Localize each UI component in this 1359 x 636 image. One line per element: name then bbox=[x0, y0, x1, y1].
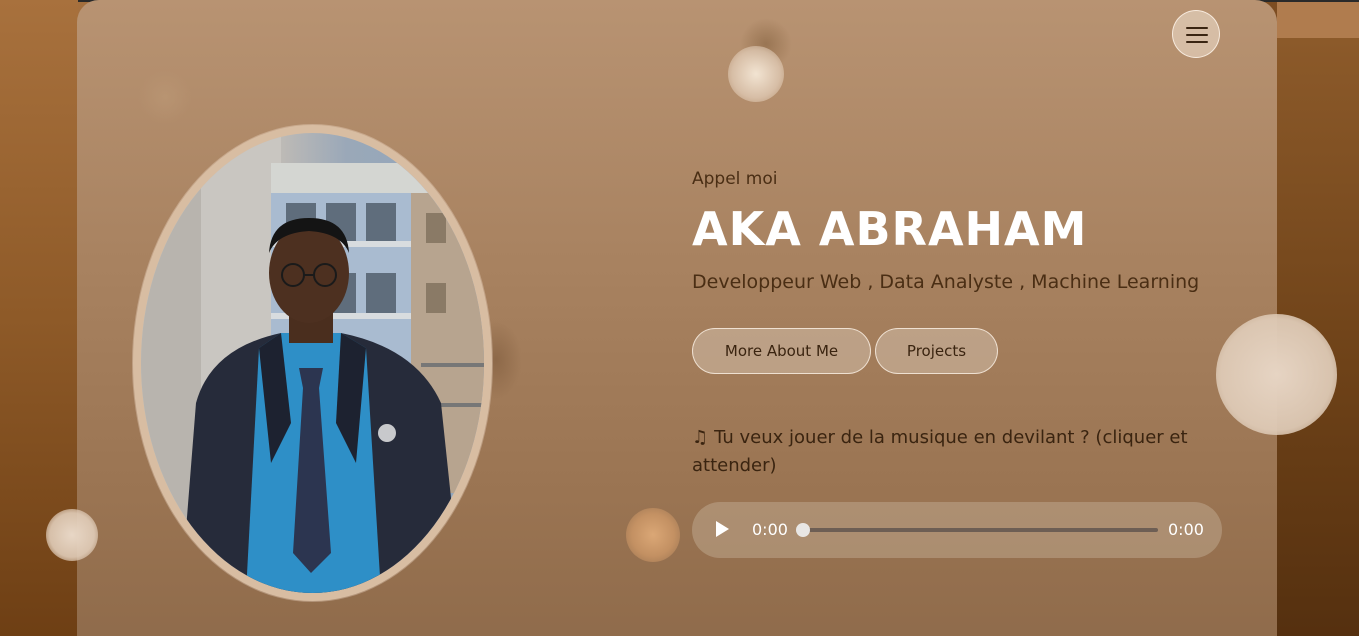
decorative-bubble bbox=[138, 70, 192, 124]
audio-duration: 0:00 bbox=[1168, 520, 1204, 539]
projects-button[interactable]: Projects bbox=[875, 328, 998, 374]
decorative-bubble bbox=[46, 509, 98, 561]
audio-progress-track[interactable] bbox=[802, 528, 1158, 532]
page-title: AKA ABRAHAM bbox=[692, 202, 1088, 256]
menu-button[interactable] bbox=[1172, 10, 1220, 58]
roles-subtitle: Developpeur Web , Data Analyste , Machin… bbox=[692, 271, 1200, 293]
music-prompt: ♫ Tu veux jouer de la musique en devilant… bbox=[692, 424, 1232, 480]
intro-text: Appel moi bbox=[692, 169, 778, 189]
audio-progress-thumb[interactable] bbox=[796, 523, 810, 537]
audio-player[interactable]: 0:00 0:00 bbox=[692, 502, 1222, 558]
audio-current-time: 0:00 bbox=[752, 520, 788, 539]
profile-photo bbox=[141, 133, 484, 593]
decorative-bubble bbox=[626, 508, 680, 562]
more-about-me-button[interactable]: More About Me bbox=[692, 328, 871, 374]
decorative-bubble bbox=[728, 46, 784, 102]
play-icon[interactable] bbox=[716, 521, 729, 537]
music-note-icon: ♫ bbox=[692, 427, 709, 448]
background-right-top bbox=[1277, 2, 1359, 38]
decorative-bubble bbox=[1216, 314, 1337, 435]
music-prompt-text: Tu veux jouer de la musique en devilant … bbox=[692, 427, 1188, 476]
